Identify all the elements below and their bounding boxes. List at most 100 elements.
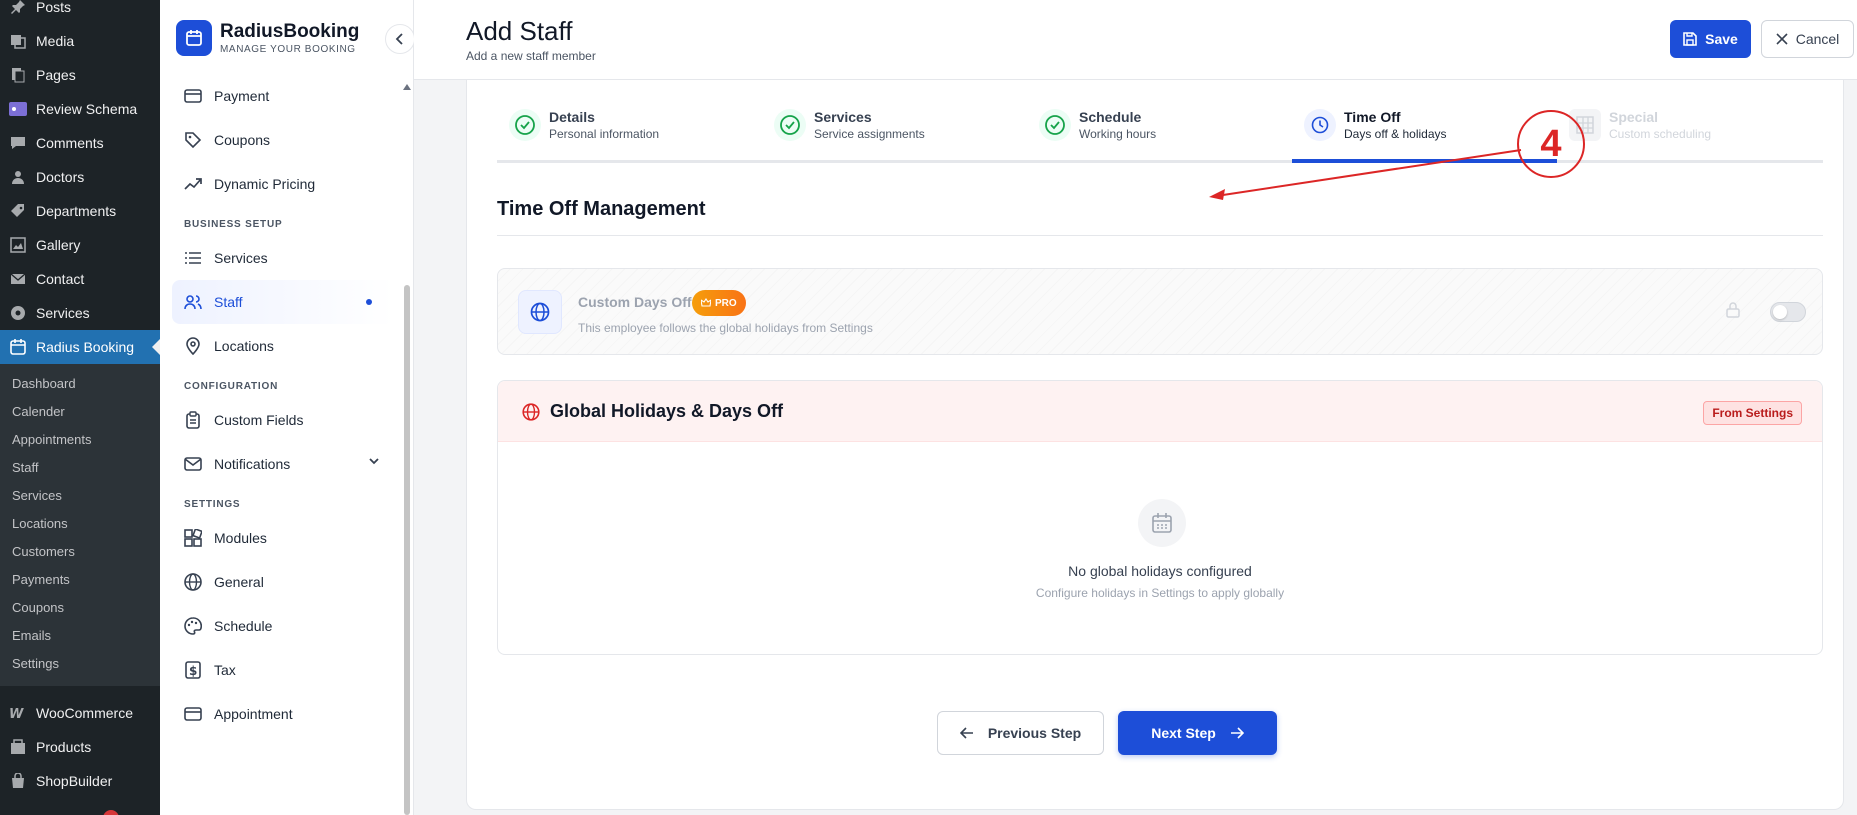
nav-dynamic-pricing[interactable]: Dynamic Pricing <box>172 162 394 206</box>
step-special[interactable]: Special Custom scheduling <box>1557 100 1822 150</box>
nav-label: Schedule <box>214 618 273 634</box>
calendar-icon <box>8 337 28 357</box>
wp-submenu-locations[interactable]: Locations <box>0 510 160 538</box>
chevron-left-icon <box>395 33 403 45</box>
scroll-up-arrow[interactable] <box>403 84 411 90</box>
wp-submenu-calender[interactable]: Calender <box>0 398 160 426</box>
page-header: Add Staff Add a new staff member Save Ca… <box>414 0 1857 80</box>
wp-submenu-staff[interactable]: Staff <box>0 454 160 482</box>
svg-text:$: $ <box>189 664 197 678</box>
staff-form-card: Details Personal information Services Serv… <box>466 80 1844 810</box>
nav-locations[interactable]: Locations <box>172 324 394 368</box>
nav-label: Custom Fields <box>214 412 304 428</box>
nav-modules[interactable]: Modules <box>172 516 394 560</box>
check-circle-icon <box>774 109 806 141</box>
wp-menu-posts[interactable]: Posts <box>0 0 160 24</box>
sidebar-collapse-button[interactable] <box>385 24 415 54</box>
next-step-button[interactable]: Next Step <box>1118 711 1277 755</box>
nav-tax[interactable]: $ Tax <box>172 648 394 692</box>
stepper: Details Personal information Services Serv… <box>497 80 1823 163</box>
custom-days-off-title: Custom Days Off <box>578 294 692 310</box>
nav-schedule[interactable]: Schedule <box>172 604 394 648</box>
wp-submenu-appointments[interactable]: Appointments <box>0 426 160 454</box>
save-icon <box>1683 32 1697 46</box>
nav-label: Staff <box>214 294 243 310</box>
wp-submenu-customers[interactable]: Customers <box>0 538 160 566</box>
annotation-marker: 4 <box>1517 110 1585 178</box>
nav-general[interactable]: General <box>172 560 394 604</box>
trending-up-icon <box>184 175 202 193</box>
services-icon <box>8 303 28 323</box>
wp-menu-pages[interactable]: Pages <box>0 58 160 92</box>
wp-menu-label: WooCommerce <box>36 705 133 721</box>
nav-coupons[interactable]: Coupons <box>172 118 394 162</box>
globe-icon <box>518 290 562 334</box>
step-title: Details <box>549 109 595 125</box>
step-title: Services <box>814 109 872 125</box>
nav-notifications[interactable]: Notifications <box>172 442 394 486</box>
wp-menu-label: Review Schema <box>36 101 138 117</box>
step-details[interactable]: Details Personal information <box>497 100 762 150</box>
plugin-nav: Payment Coupons Dynamic Pricing BUSINESS… <box>172 74 394 736</box>
nav-staff[interactable]: Staff <box>172 280 394 324</box>
brand-tagline: MANAGE YOUR BOOKING <box>220 44 356 55</box>
pages-icon <box>8 65 28 85</box>
check-circle-icon <box>509 109 541 141</box>
review-schema-icon <box>8 99 28 119</box>
wp-menu-radius-booking[interactable]: Radius Booking <box>0 330 160 364</box>
cancel-button[interactable]: Cancel <box>1761 20 1854 58</box>
wp-menu-media[interactable]: Media <box>0 24 160 58</box>
sidebar-scrollbar[interactable] <box>404 285 410 815</box>
pin-icon <box>8 0 28 17</box>
dollar-icon: $ <box>184 661 202 679</box>
custom-days-off-toggle[interactable] <box>1770 302 1806 322</box>
wp-menu-gallery[interactable]: Gallery <box>0 228 160 262</box>
step-title: Time Off <box>1344 109 1401 125</box>
arrow-left-icon <box>959 727 973 739</box>
wp-menu-contact[interactable]: Contact <box>0 262 160 296</box>
chevron-down-icon[interactable] <box>368 455 380 467</box>
wp-submenu-emails[interactable]: Emails <box>0 622 160 650</box>
wp-submenu-settings[interactable]: Settings <box>0 650 160 678</box>
wp-menu-label: Services <box>36 305 90 321</box>
brand[interactable]: RadiusBooking MANAGE YOUR BOOKING <box>176 20 359 56</box>
nav-services[interactable]: Services <box>172 236 394 280</box>
check-circle-icon <box>1039 109 1071 141</box>
save-button[interactable]: Save <box>1670 20 1751 58</box>
nav-appointment[interactable]: Appointment <box>172 692 394 736</box>
wp-menu-products[interactable]: Products <box>0 730 160 764</box>
wp-menu-doctors[interactable]: Doctors <box>0 160 160 194</box>
wp-submenu-coupons[interactable]: Coupons <box>0 594 160 622</box>
wp-submenu-payments[interactable]: Payments <box>0 566 160 594</box>
wp-menu-label: ShopBuilder <box>36 773 113 789</box>
wp-menu-review-schema[interactable]: Review Schema <box>0 92 160 126</box>
clipboard-icon <box>184 411 202 429</box>
wp-menu-departments[interactable]: Departments <box>0 194 160 228</box>
active-indicator-dot <box>366 299 372 305</box>
palette-icon <box>184 617 202 635</box>
previous-step-button[interactable]: Previous Step <box>937 711 1104 755</box>
step-schedule[interactable]: Schedule Working hours <box>1027 100 1292 150</box>
next-step-label: Next Step <box>1151 725 1216 741</box>
nav-custom-fields[interactable]: Custom Fields <box>172 398 394 442</box>
nav-payment[interactable]: Payment <box>172 74 394 118</box>
wp-submenu-services[interactable]: Services <box>0 482 160 510</box>
globe-icon <box>184 573 202 591</box>
empty-state-description: Configure holidays in Settings to apply … <box>1035 586 1285 600</box>
gallery-icon <box>8 235 28 255</box>
nav-label: Modules <box>214 530 267 546</box>
wp-submenu-dashboard[interactable]: Dashboard <box>0 370 160 398</box>
cancel-label: Cancel <box>1795 31 1840 47</box>
wp-menu-comments[interactable]: Comments <box>0 126 160 160</box>
close-icon <box>1776 33 1788 45</box>
previous-step-label: Previous Step <box>987 725 1082 741</box>
wp-menu-shopbuilder[interactable]: ShopBuilder <box>0 764 160 798</box>
step-services[interactable]: Services Service assignments <box>762 100 1027 150</box>
wp-menu-services[interactable]: Services <box>0 296 160 330</box>
wp-admin-sidebar: Posts Media Pages Review Schema Comments… <box>0 0 160 815</box>
wp-menu-woocommerce[interactable]: W WooCommerce <box>0 696 160 730</box>
step-subtitle: Days off & holidays <box>1344 127 1447 141</box>
wp-menu-label: Doctors <box>36 169 85 185</box>
global-holidays-title: Global Holidays & Days Off <box>550 401 784 421</box>
arrow-right-icon <box>1230 727 1244 739</box>
